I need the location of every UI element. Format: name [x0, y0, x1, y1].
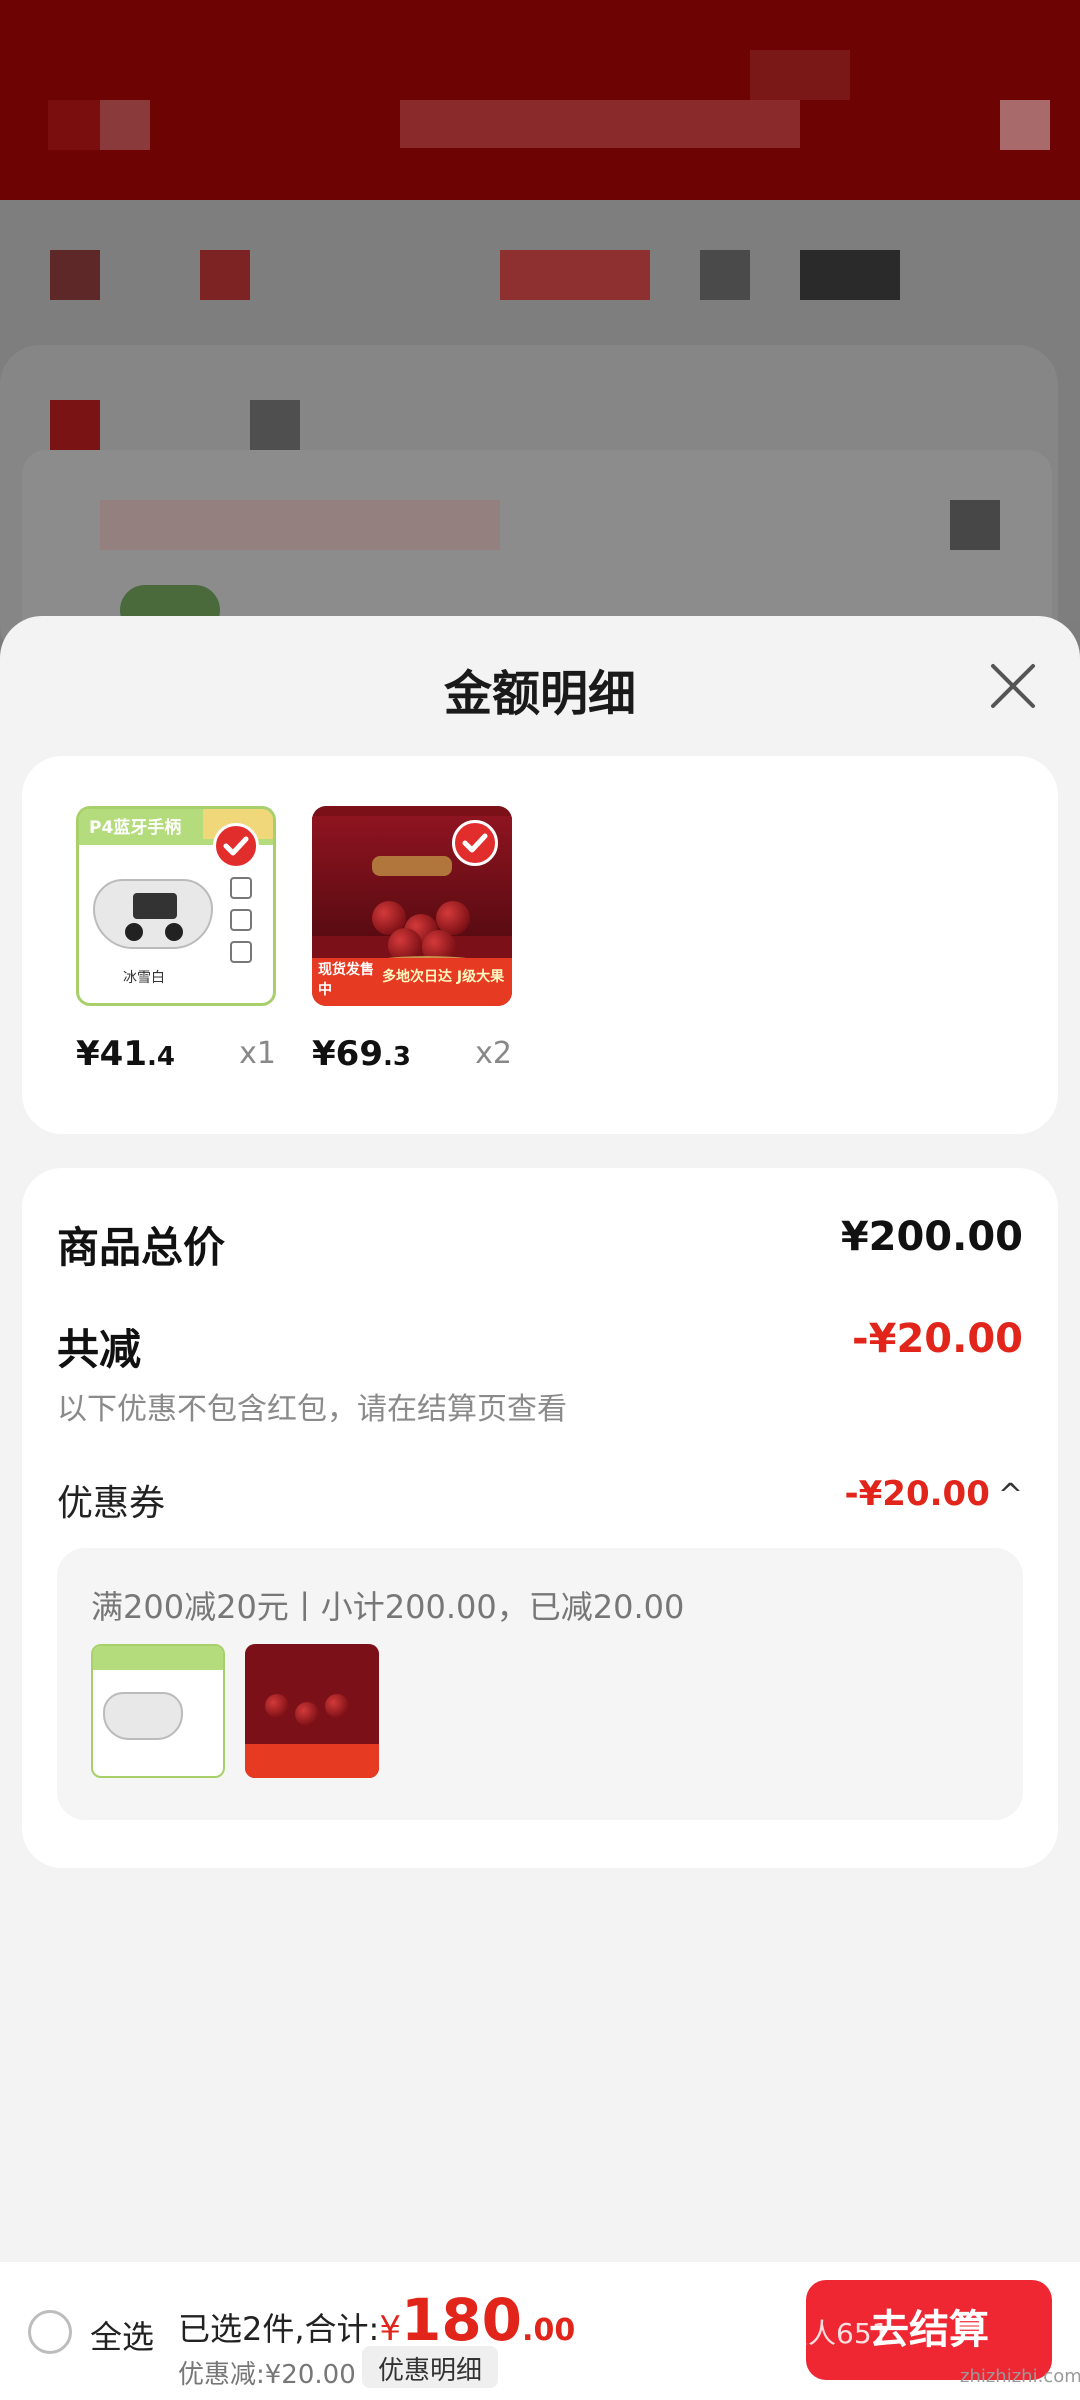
close-icon: [991, 664, 1035, 708]
promo-badge: 现货发售中 多地次日达 J级大果: [312, 958, 512, 1006]
blurred-block: [1000, 100, 1050, 150]
cherry: [295, 1702, 319, 1726]
blurred-block: [50, 250, 100, 300]
coupon-value[interactable]: -¥20.00 ^: [845, 1474, 1023, 1514]
controller-thumbnail: P4蓝牙手柄 冰雪白: [76, 806, 276, 1006]
summary-amount: 180: [400, 2286, 523, 2354]
reduce-label: 共减: [57, 1325, 142, 1374]
blurred-block: [50, 400, 100, 450]
blurred-block: [700, 250, 750, 300]
sheet-title: 金额明细: [443, 666, 636, 722]
cherry-thumbnail: 现货发售中 多地次日达 J级大果: [312, 806, 512, 1006]
cherry: [325, 1694, 349, 1718]
thumb-band: [93, 1646, 223, 1670]
badge-text: 多地次日达 J级大果: [382, 969, 505, 985]
summary-decimal: .00: [522, 2313, 576, 2348]
summary-line: 已选2件,合计:¥180.00: [178, 2286, 575, 2354]
blurred-block: [100, 500, 500, 550]
goods-price: ¥41.4: [76, 1034, 175, 1074]
blurred-block: [250, 400, 300, 450]
watermark: 星人651: [780, 2317, 890, 2350]
select-all-radio[interactable]: [28, 2310, 72, 2354]
coupon-detail-box: 满200减20元丨小计200.00，已减20.00: [57, 1548, 1023, 1820]
controller-image: [93, 879, 213, 949]
coupon-rule: 满200减20元丨小计200.00，已减20.00: [91, 1588, 685, 1626]
thumb-caption: 冰雪白: [123, 970, 165, 986]
controller-stick: [165, 923, 183, 941]
coupon-label: 优惠券: [57, 1483, 166, 1524]
reduce-note-row: 以下优惠不包含红包，请在结算页查看: [57, 1384, 1023, 1428]
total-row: 商品总价 ¥200.00: [57, 1214, 1023, 1275]
blurred-block: [750, 50, 850, 100]
coupon-goods-thumbnail: [245, 1644, 379, 1778]
total-value: ¥200.00: [840, 1214, 1023, 1260]
amount-detail-sheet: 金额明细 P4蓝牙手柄 冰雪白 ¥41.4 x1 现货发售中 多地次日达 J级大…: [0, 616, 1080, 2400]
reduce-value: -¥20.00: [852, 1316, 1023, 1362]
chevron-up-icon: ^: [997, 1478, 1023, 1513]
box-emblem: [372, 856, 452, 876]
close-button[interactable]: [985, 658, 1041, 714]
goods-quantity: x1: [239, 1036, 276, 1071]
summary-currency: ¥: [379, 2309, 401, 2349]
watermark-site: zhizhizhi.com: [960, 2366, 1080, 2387]
price-detail-card: 商品总价 ¥200.00 共减 -¥20.00 以下优惠不包含红包，请在结算页查…: [22, 1168, 1058, 1868]
reduce-row: 共减 -¥20.00: [57, 1316, 1023, 1377]
blurred-block: [48, 100, 108, 150]
discount-detail-button[interactable]: 优惠明细: [362, 2346, 499, 2388]
coupon-goods-thumbnail: [91, 1644, 225, 1778]
select-all-label[interactable]: 全选: [90, 2312, 154, 2358]
summary-prefix: 已选2件,合计:: [178, 2310, 380, 2348]
platform-icons: [217, 871, 265, 991]
reduce-note: 以下优惠不包含红包，请在结算页查看: [57, 1392, 567, 1427]
promo-badge: [245, 1744, 379, 1778]
blurred-block: [400, 100, 800, 148]
blurred-block: [100, 100, 150, 150]
cherry: [265, 1694, 289, 1718]
badge-text: 现货发售中: [318, 962, 374, 998]
blurred-block: [200, 250, 250, 300]
checkout-bar: 全选 已选2件,合计:¥180.00 优惠减:¥20.00 优惠明细 去结算: [0, 2262, 1080, 2400]
controller-stick: [125, 923, 143, 941]
total-label: 商品总价: [57, 1223, 226, 1272]
selected-check-icon: [452, 820, 498, 866]
goods-quantity: x2: [475, 1036, 512, 1071]
blurred-block: [500, 250, 650, 300]
controller-image: [103, 1692, 183, 1740]
selected-check-icon: [213, 823, 259, 869]
goods-price: ¥69.3: [312, 1034, 411, 1074]
discount-text: 优惠减:¥20.00: [178, 2360, 356, 2390]
thumb-label: P4蓝牙手柄: [89, 818, 182, 838]
coupon-amount: -¥20.00: [844, 1474, 990, 1514]
coupon-row[interactable]: 优惠券 -¥20.00 ^: [57, 1474, 1023, 1526]
blurred-block: [950, 500, 1000, 550]
controller-touchpad: [133, 893, 177, 919]
blurred-block: [800, 250, 900, 300]
goods-card: P4蓝牙手柄 冰雪白 ¥41.4 x1 现货发售中 多地次日达 J级大果 ¥69…: [22, 756, 1058, 1134]
